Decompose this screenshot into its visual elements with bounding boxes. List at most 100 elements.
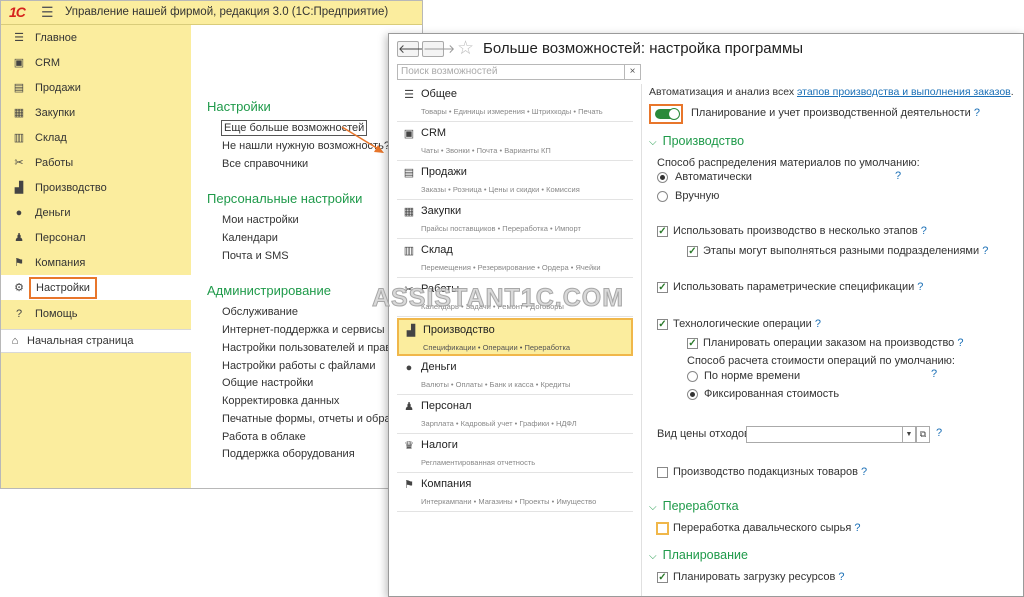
app-title-bar: 1С ☰ Управление нашей фирмой, редакция 3… — [1, 1, 422, 25]
link-general-settings[interactable]: Общие настройки — [222, 377, 313, 389]
help-icon[interactable]: ? — [917, 281, 923, 293]
homepage-tab[interactable]: ⌂ Начальная страница — [1, 329, 191, 353]
checkbox-excise[interactable] — [657, 467, 668, 478]
back-button[interactable]: 🡐 — [397, 41, 430, 57]
checkbox-plan-resources[interactable]: ✓ — [657, 572, 668, 583]
sidebar-item-purchases[interactable]: ▦ Закупки — [1, 100, 191, 125]
checkbox-stages-divisions[interactable]: ✓ — [687, 246, 698, 257]
help-icon[interactable]: ? — [982, 245, 988, 257]
category-money[interactable]: ● Деньги Валюты • Оплаты • Банк и касса • … — [397, 357, 633, 395]
radio-auto-label: Автоматически — [675, 171, 752, 183]
window-title: Больше возможностей: настройка программы — [483, 40, 804, 57]
panel-divider — [641, 84, 642, 596]
sidebar-item-money[interactable]: ● Деньги — [1, 200, 191, 225]
category-list: ☰ Общее Товары • Единицы измерения • Штрих… — [397, 84, 641, 596]
sidebar-item-personnel[interactable]: ♟ Персонал — [1, 225, 191, 250]
cb-plan-ops-label: Планировать операции заказом на производ… — [703, 337, 964, 349]
link-internet-support[interactable]: Интернет-поддержка и сервисы — [222, 324, 384, 336]
help-icon[interactable]: ? — [974, 107, 980, 119]
help-icon[interactable]: ? — [861, 466, 867, 478]
link-files-settings[interactable]: Настройки работы с файлами — [222, 360, 376, 372]
favorite-star-icon[interactable]: ☆ — [457, 37, 474, 60]
cb-toll-label: Переработка давальческого сырья ? — [673, 522, 861, 534]
cb-multistage-label: Использовать производство в несколько эт… — [673, 225, 927, 237]
watermark: ASSISTANT1C.COM — [371, 284, 625, 313]
search-input[interactable]: Поиск возможностей — [397, 64, 641, 80]
category-warehouse[interactable]: ▥ Склад Перемещения • Резервирование • Орд… — [397, 240, 633, 278]
checkbox-tech-ops[interactable]: ✓ — [657, 319, 668, 330]
checkbox-param-specs[interactable]: ✓ — [657, 282, 668, 293]
checkbox-multistage[interactable]: ✓ — [657, 226, 668, 237]
home-icon: ⌂ — [11, 335, 19, 347]
truck-icon: ▦ — [13, 106, 25, 119]
help-icon[interactable]: ? — [815, 318, 821, 330]
link-all-catalogs[interactable]: Все справочники — [222, 158, 308, 170]
link-maintenance[interactable]: Обслуживание — [222, 306, 298, 318]
distribution-label: Способ распределения материалов по умолч… — [657, 157, 920, 169]
warehouse-icon: ▥ — [13, 131, 25, 144]
radio-fixed-cost[interactable] — [687, 389, 698, 400]
link-my-settings[interactable]: Мои настройки — [222, 214, 299, 226]
help-icon[interactable]: ? — [854, 522, 860, 534]
category-general[interactable]: ☰ Общее Товары • Единицы измерения • Штрих… — [397, 84, 633, 122]
checkbox-toll[interactable] — [656, 522, 669, 535]
category-personnel[interactable]: ♟ Персонал Зарплата • Кадровый учет • Граф… — [397, 396, 633, 434]
link-mail-sms[interactable]: Почта и SMS — [222, 250, 289, 262]
waste-price-select[interactable] — [746, 426, 908, 443]
sidebar-item-settings[interactable]: ⚙ Настройки — [1, 275, 191, 300]
help-icon[interactable]: ? — [895, 170, 901, 182]
group-production[interactable]: ⌵ Производство — [649, 134, 744, 148]
factory-icon: ▟ — [406, 325, 416, 337]
stages-link[interactable]: этапов производства и выполнения заказов — [797, 86, 1011, 98]
help-icon[interactable]: ? — [931, 368, 937, 380]
1c-logo: 1С — [9, 4, 26, 20]
cart-icon: ▤ — [403, 167, 415, 179]
category-production[interactable]: ▟ Производство Спецификации • Операции • П… — [397, 318, 633, 356]
sidebar-item-works[interactable]: ✂ Работы — [1, 150, 191, 175]
money-icon: ● — [15, 206, 23, 219]
checkbox-plan-ops[interactable]: ✓ — [687, 338, 698, 349]
crm-icon: ▣ — [403, 128, 415, 140]
features-settings-window: 🡐 🡒 ☆ Больше возможностей: настройка про… — [388, 33, 1024, 597]
category-taxes[interactable]: ♛ Налоги Регламентированная отчетность — [397, 435, 633, 473]
help-icon[interactable]: ? — [936, 427, 942, 439]
group-planning[interactable]: ⌵ Планирование — [649, 548, 748, 562]
help-icon[interactable]: ? — [838, 571, 844, 583]
sidebar-item-help[interactable]: ? Помощь — [1, 301, 191, 326]
sidebar-item-crm[interactable]: ▣ CRM — [1, 50, 191, 75]
hamburger-menu-icon[interactable]: ☰ — [41, 5, 55, 19]
cb-stages-divisions-label: Этапы могут выполняться разными подразде… — [703, 245, 989, 257]
open-form-icon[interactable]: ⧉ — [916, 426, 930, 443]
chevron-down-icon: ⌵ — [649, 502, 657, 513]
sidebar-item-sales[interactable]: ▤ Продажи — [1, 75, 191, 100]
link-equipment[interactable]: Поддержка оборудования — [222, 448, 355, 460]
help-icon[interactable]: ? — [957, 337, 963, 349]
production-toggle[interactable] — [649, 104, 683, 124]
toggle-knob — [668, 108, 680, 120]
sidebar-item-warehouse[interactable]: ▥ Склад — [1, 125, 191, 150]
radio-manual[interactable] — [657, 191, 668, 202]
category-sales[interactable]: ▤ Продажи Заказы • Розница • Цены и скидки… — [397, 162, 633, 200]
radio-auto[interactable] — [657, 172, 668, 183]
people-icon: ♟ — [14, 231, 24, 244]
group-processing[interactable]: ⌵ Переработка — [649, 499, 739, 513]
sidebar-item-company[interactable]: ⚑ Компания — [1, 250, 191, 275]
category-crm[interactable]: ▣ CRM Чаты • Звонки • Почта • Варианты КП — [397, 123, 633, 161]
crm-icon: ▣ — [13, 56, 25, 69]
help-icon: ? — [15, 307, 23, 320]
link-data-correction[interactable]: Корректировка данных — [222, 395, 339, 407]
link-users-rights[interactable]: Настройки пользователей и прав — [222, 342, 391, 354]
forward-button[interactable]: 🡒 — [422, 41, 455, 57]
sidebar-item-main[interactable]: ☰ Главное — [1, 25, 191, 50]
category-purchases[interactable]: ▦ Закупки Прайсы поставщиков • Переработка… — [397, 201, 633, 239]
dropdown-arrow-icon[interactable]: ▼ — [902, 426, 916, 443]
production-settings-panel: Автоматизация и анализ всех этапов произ… — [649, 84, 1019, 596]
radio-norm-time[interactable] — [687, 371, 698, 382]
category-company[interactable]: ⚑ Компания Интеркампани • Магазины • Проек… — [397, 474, 633, 512]
help-icon[interactable]: ? — [921, 225, 927, 237]
sidebar-item-production[interactable]: ▟ Производство — [1, 175, 191, 200]
link-cloud[interactable]: Работа в облаке — [222, 431, 306, 443]
link-calendars[interactable]: Календари — [222, 232, 278, 244]
toggle-label: Планирование и учет производственной дея… — [691, 107, 981, 119]
clear-search-button[interactable]: × — [624, 64, 641, 80]
